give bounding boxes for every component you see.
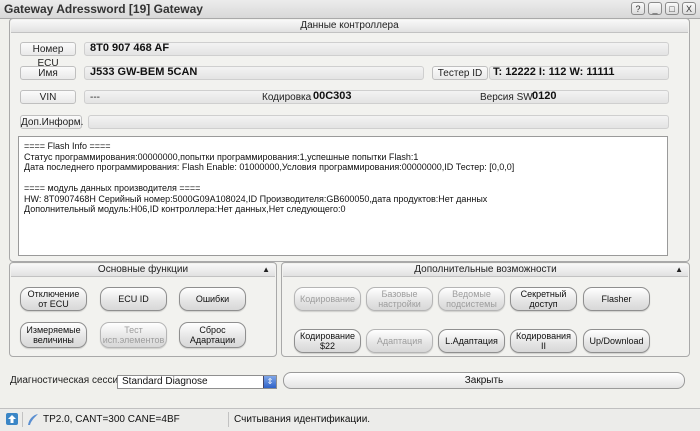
- secret-access-button[interactable]: Секретный доступ: [510, 287, 577, 311]
- basic-functions-header: Основные функции ▲: [11, 264, 275, 277]
- up-download-button[interactable]: Up/Download: [583, 329, 650, 353]
- coding-value: 00C303: [313, 90, 352, 102]
- spin-arrows-icon[interactable]: ⇕: [263, 376, 276, 388]
- info-line: Статус программирования:00000000,попытки…: [24, 151, 419, 162]
- info-line: ==== модуль данных производителя ====: [24, 183, 201, 193]
- help-button[interactable]: ?: [631, 2, 645, 15]
- disconnect-ecu-button[interactable]: Отключение от ECU: [20, 287, 87, 311]
- coding-button[interactable]: Кодирование: [294, 287, 361, 311]
- info-line: Дата последнего программирования: Flash …: [24, 162, 515, 172]
- diagnostic-session-label: Диагностическая сессия: [10, 375, 124, 386]
- l-adaptation-button[interactable]: L.Адаптация: [438, 329, 505, 353]
- status-bar: TP2.0, CANT=300 CANE=4BF Считывания иден…: [0, 408, 700, 431]
- tester-id-label: Тестер ID: [432, 66, 488, 80]
- basic-settings-button[interactable]: Базовые настройки: [366, 287, 433, 311]
- feather-icon: [28, 414, 38, 425]
- ecu-id-button[interactable]: ECU ID: [100, 287, 167, 311]
- name-value: J533 GW-BEM 5CAN: [90, 66, 198, 78]
- coding-22-button[interactable]: Кодирование $22: [294, 329, 361, 353]
- controller-data-header: Данные контроллера: [11, 20, 688, 33]
- basic-functions-title: Основные функции: [97, 264, 189, 275]
- vin-label: VIN: [20, 90, 76, 104]
- ecu-number-label: Номер ECU: [20, 42, 76, 69]
- extra-functions-title: Дополнительные возможности: [414, 264, 557, 275]
- coding-2-button[interactable]: Кодирования II: [510, 329, 577, 353]
- reset-adaptation-button[interactable]: Сброс Адартации: [179, 322, 246, 348]
- errors-button[interactable]: Ошибки: [179, 287, 246, 311]
- close-window-button[interactable]: X: [682, 2, 696, 15]
- sw-version-value: 0120: [532, 90, 557, 102]
- window-controls: ? _ □ X: [631, 2, 696, 15]
- extra-functions-header: Дополнительные возможности ▲: [283, 264, 688, 277]
- extra-info-label: Доп.Информ.: [20, 115, 84, 129]
- info-line: [24, 173, 662, 184]
- slave-systems-button[interactable]: Ведомые подсистемы: [438, 287, 505, 311]
- flasher-button[interactable]: Flasher: [583, 287, 650, 311]
- ecu-number-value: 8T0 907 468 AF: [90, 42, 170, 54]
- adaptation-button[interactable]: Адаптация: [366, 329, 433, 353]
- controller-data-title: Данные контроллера: [300, 20, 399, 31]
- vin-value: ---: [90, 92, 100, 103]
- diagnostic-session-select[interactable]: Standard Diagnose ⇕: [117, 375, 277, 389]
- ecu-number-field: [84, 42, 669, 56]
- vin-field: [84, 90, 669, 104]
- status-message: Считывания идентификации.: [234, 414, 371, 425]
- sw-version-label: Версия SW: [480, 92, 533, 103]
- maximize-button[interactable]: □: [665, 2, 679, 15]
- extra-info-field: [88, 115, 669, 129]
- upload-icon[interactable]: [6, 413, 18, 425]
- measured-values-button[interactable]: Измеряемые величины: [20, 322, 87, 348]
- title-bar: Gateway Adressword [19] Gateway ? _ □ X: [0, 0, 700, 19]
- close-button[interactable]: Закрыть: [283, 372, 685, 389]
- flash-info-text[interactable]: ==== Flash Info ==== Статус программиров…: [18, 136, 668, 256]
- info-line: HW: 8T0907468H Серийный номер:5000G09A10…: [24, 193, 488, 204]
- name-label: Имя: [20, 66, 76, 80]
- diagnostic-session-value: Standard Diagnose: [122, 376, 208, 387]
- protocol-status: TP2.0, CANT=300 CANE=4BF: [43, 414, 180, 425]
- info-line: Дополнительный модуль:H06,ID контроллера…: [24, 204, 346, 214]
- info-line: ==== Flash Info ====: [24, 141, 111, 151]
- tester-id-value: T: 12222 I: 112 W: 11111: [493, 66, 615, 78]
- minimize-button[interactable]: _: [648, 2, 662, 15]
- coding-label: Кодировка: [262, 92, 312, 103]
- collapse-arrow-icon[interactable]: ▲: [675, 264, 683, 276]
- actuator-test-button[interactable]: Тест исп.элементов: [100, 322, 167, 348]
- collapse-arrow-icon[interactable]: ▲: [262, 264, 270, 276]
- window-title: Gateway Adressword [19] Gateway: [4, 2, 203, 16]
